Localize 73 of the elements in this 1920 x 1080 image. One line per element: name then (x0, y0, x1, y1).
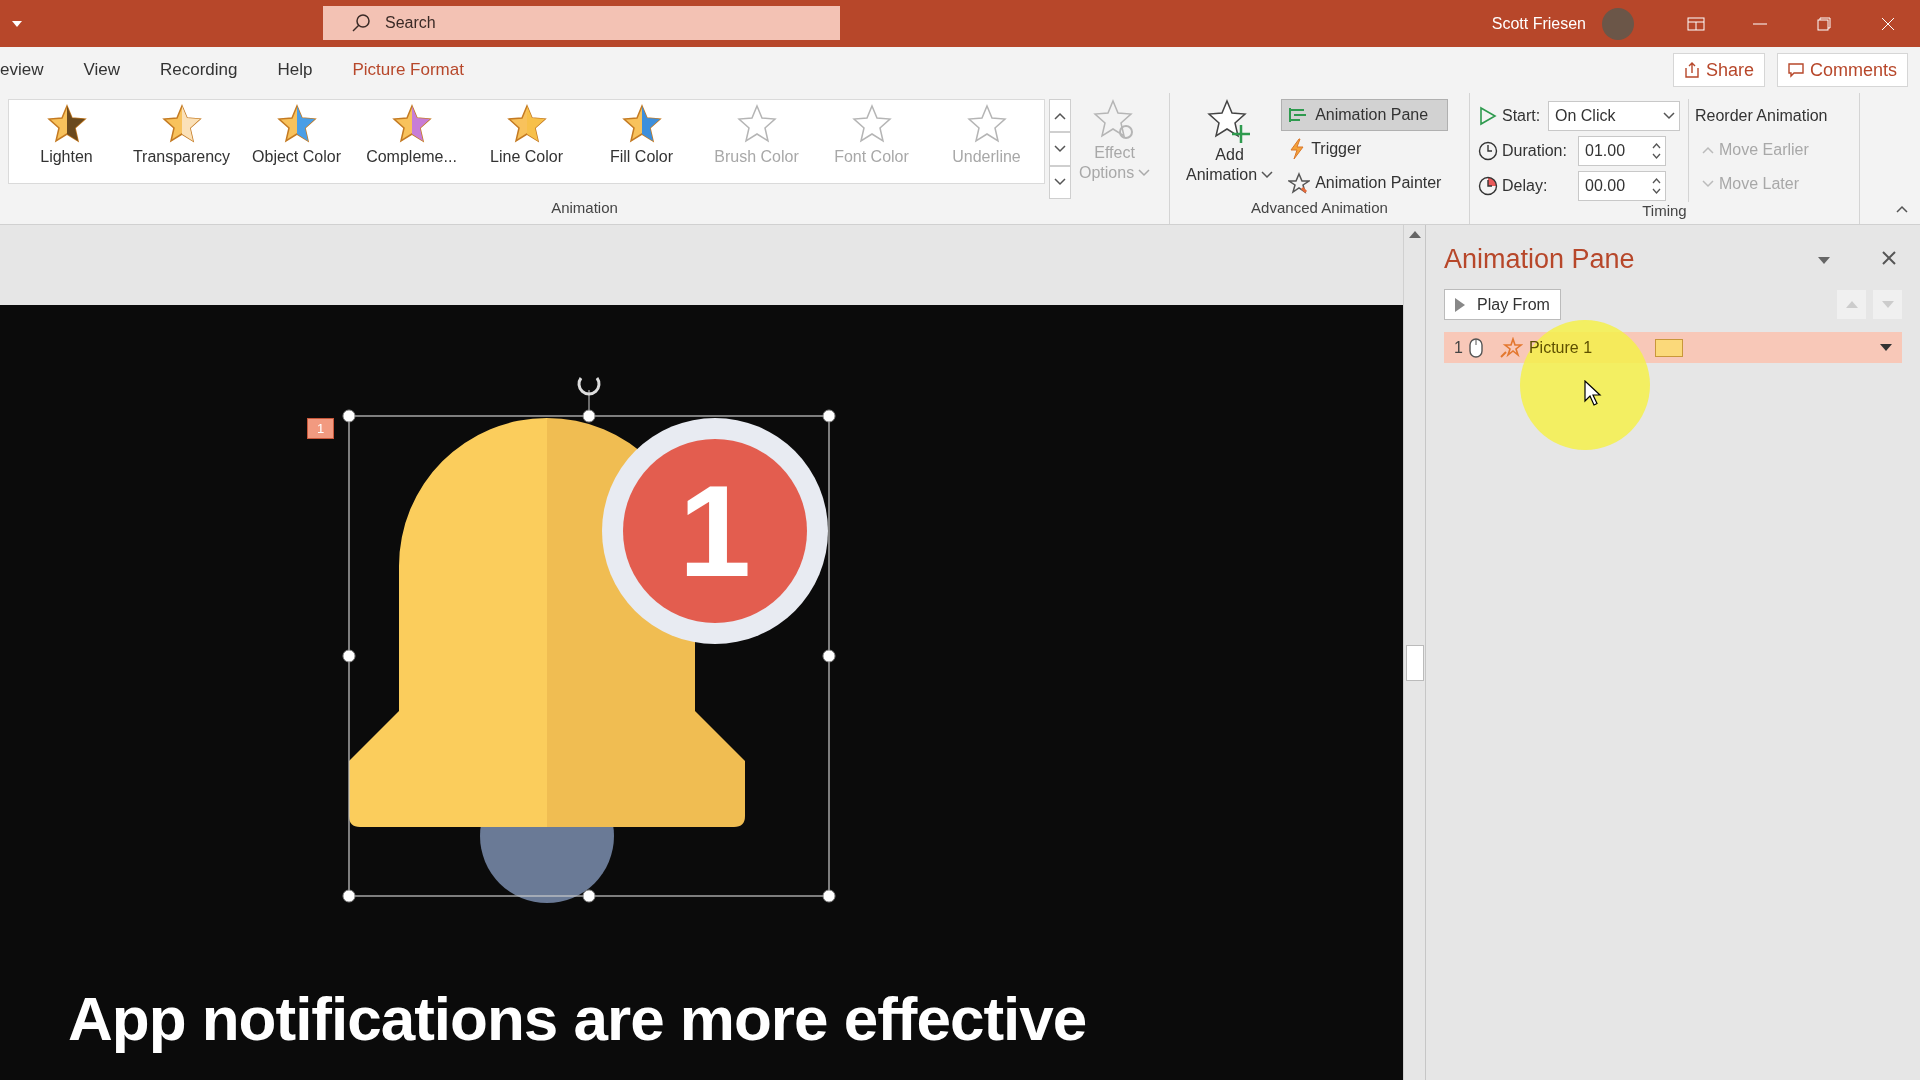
move-up-button[interactable] (1837, 290, 1866, 319)
item-number: 1 (1454, 338, 1463, 357)
close-icon (1882, 250, 1896, 265)
search-field[interactable]: Search (323, 6, 840, 40)
item-name: Picture 1 (1528, 338, 1594, 357)
play-icon (1478, 105, 1498, 126)
play-from-button[interactable]: Play From (1444, 289, 1561, 320)
close-icon (1881, 16, 1895, 31)
field-label: Delay: (1502, 176, 1549, 195)
ribbon-tab[interactable]: View (63, 60, 140, 80)
timing-bar (1654, 338, 1683, 357)
comments-button[interactable]: Comments (1776, 53, 1908, 87)
ribbon-tab[interactable]: Recording (140, 60, 258, 80)
ribbon-display-icon (1687, 16, 1705, 31)
ribbon-button[interactable]: Animation Pane (1281, 99, 1449, 131)
restore-icon (1817, 16, 1831, 31)
share-button[interactable]: Share (1672, 53, 1765, 87)
avatar[interactable] (1602, 7, 1634, 40)
group-label: Animation (551, 199, 618, 216)
gallery-more-button[interactable] (1049, 165, 1071, 199)
effect-option[interactable]: Transparency (124, 100, 239, 183)
lightning-icon (1288, 138, 1307, 160)
up-triangle-icon (1845, 301, 1858, 308)
spin-arrows-icon (1652, 141, 1661, 160)
comment-icon (1787, 62, 1804, 78)
down-triangle-icon (1881, 301, 1894, 308)
pane-title: Animation Pane (1444, 243, 1636, 275)
ribbon-button[interactable]: Trigger (1281, 133, 1449, 165)
duration-spinner[interactable]: 01.00 (1578, 135, 1666, 166)
up-triangle-icon (1408, 231, 1421, 238)
ribbon-button[interactable]: Animation Painter (1281, 167, 1449, 199)
slide-title: App notifications are more effective (68, 985, 1087, 1054)
cursor-icon (1584, 380, 1602, 406)
down-triangle-icon (1818, 256, 1830, 264)
field-label: Start: (1502, 106, 1542, 125)
spin-arrows-icon (1652, 176, 1661, 195)
minimize-icon (1753, 22, 1767, 25)
scrollbar[interactable] (1403, 225, 1425, 1080)
star-brush-icon (1288, 172, 1311, 194)
ribbon-tab[interactable]: Picture Format (332, 60, 484, 80)
caret-icon (1261, 171, 1274, 179)
gallery-down-button[interactable] (1049, 132, 1071, 166)
effect-option[interactable]: Lighten (9, 100, 124, 183)
field-label: Duration: (1502, 141, 1568, 160)
animation-tag: 1 (307, 418, 335, 439)
effect-option[interactable]: Object Color (239, 100, 354, 183)
start-dropdown[interactable]: On Click (1548, 100, 1680, 131)
star-plus-icon (1206, 99, 1253, 145)
down-triangle-icon (1880, 344, 1892, 351)
effect-icon (1498, 336, 1523, 359)
user-name: Scott Friesen (1491, 14, 1586, 33)
effect-option[interactable]: Fill Color (584, 100, 699, 183)
ribbon-tab[interactable]: eview (0, 60, 64, 80)
move-down-button[interactable] (1873, 290, 1902, 319)
scrollbar-thumb[interactable] (1405, 645, 1424, 681)
add-animation-button[interactable]: Add Animation (1178, 99, 1282, 199)
gallery-up-button[interactable] (1049, 99, 1071, 133)
share-icon (1683, 62, 1700, 78)
search-icon (351, 13, 371, 33)
group-label: Advanced Animation (1251, 199, 1388, 216)
clock-icon (1478, 140, 1498, 161)
group-label: Timing (1642, 202, 1687, 219)
ribbon-tab[interactable]: Help (257, 60, 333, 80)
caret-icon (1138, 169, 1151, 177)
search-placeholder: Search (385, 14, 436, 32)
delay-clock-icon (1478, 175, 1498, 196)
effect-option[interactable]: Compleme... (354, 100, 469, 183)
dropdown-arrow-icon[interactable] (12, 20, 22, 27)
reorder-label: Reorder Animation (1695, 105, 1829, 126)
play-icon (1455, 297, 1465, 312)
mouse-icon (1468, 337, 1483, 358)
delay-spinner[interactable]: 00.00 (1578, 170, 1666, 201)
effect-option[interactable]: Line Color (469, 100, 584, 183)
